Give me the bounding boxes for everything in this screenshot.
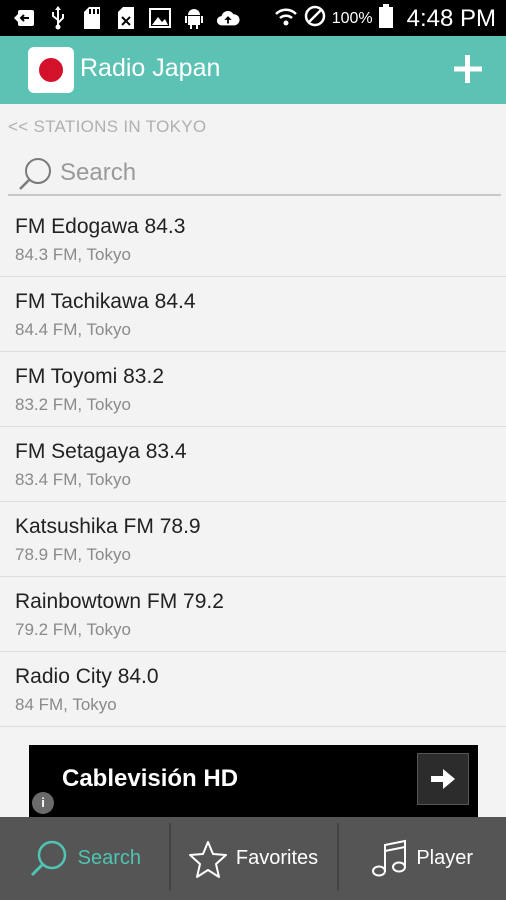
ad-info-icon[interactable]: i — [32, 792, 54, 814]
list-item[interactable]: FM Edogawa 84.3 84.3 FM, Tokyo — [0, 202, 506, 277]
list-item[interactable]: Rainbowtown FM 79.2 79.2 FM, Tokyo — [0, 577, 506, 652]
battery-icon — [378, 4, 393, 34]
sd-card-icon — [80, 6, 104, 30]
list-item[interactable]: Radio City 84.0 84 FM, Tokyo — [0, 652, 506, 727]
sd-card-x-icon — [114, 6, 138, 30]
station-name: Rainbowtown FM 79.2 — [15, 590, 224, 613]
image-icon — [148, 6, 172, 30]
back-arrow-icon — [12, 6, 36, 30]
bottom-tab-bar: Search Favorites Player — [0, 817, 506, 900]
clock: 4:48 PM — [406, 5, 496, 32]
tab-label: Search — [77, 847, 142, 869]
tab-search[interactable]: Search — [0, 817, 169, 900]
ad-open-button[interactable] — [417, 753, 469, 805]
search-bar — [8, 150, 501, 196]
station-details: 84.3 FM, Tokyo — [15, 245, 131, 264]
add-button[interactable] — [447, 48, 489, 90]
tab-player[interactable]: Player — [337, 817, 506, 900]
station-name: FM Setagaya 83.4 — [15, 440, 187, 463]
list-item[interactable]: FM Tachikawa 84.4 84.4 FM, Tokyo — [0, 277, 506, 352]
battery-percent: 100% — [331, 10, 373, 27]
station-details: 78.9 FM, Tokyo — [15, 545, 131, 564]
station-name: FM Edogawa 84.3 — [15, 215, 186, 238]
station-name: FM Toyomi 83.2 — [15, 365, 164, 388]
do-not-disturb-icon — [304, 5, 326, 33]
music-note-icon — [372, 839, 407, 876]
search-icon — [30, 840, 66, 876]
arrow-right-icon — [431, 769, 455, 789]
tab-favorites[interactable]: Favorites — [168, 817, 338, 900]
tab-label: Favorites — [235, 847, 319, 869]
station-name: Radio City 84.0 — [15, 665, 159, 688]
station-name: Katsushika FM 78.9 — [15, 515, 201, 538]
search-input[interactable] — [60, 156, 480, 190]
station-details: 84 FM, Tokyo — [15, 695, 117, 714]
wifi-icon — [274, 6, 298, 32]
android-icon — [182, 6, 206, 30]
list-item[interactable]: FM Toyomi 83.2 83.2 FM, Tokyo — [0, 352, 506, 427]
star-icon — [188, 840, 227, 878]
station-details: 84.4 FM, Tokyo — [15, 320, 131, 339]
search-icon — [16, 156, 56, 192]
app-title: Radio Japan — [80, 54, 221, 82]
usb-icon — [46, 6, 70, 30]
plus-icon — [454, 55, 482, 83]
breadcrumb-back-link[interactable]: << STATIONS IN TOKYO — [8, 117, 206, 137]
station-details: 83.2 FM, Tokyo — [15, 395, 131, 414]
status-bar: 100% 4:48 PM — [0, 0, 506, 36]
list-item[interactable]: FM Setagaya 83.4 83.4 FM, Tokyo — [0, 427, 506, 502]
cloud-upload-icon — [216, 6, 240, 30]
app-bar: Radio Japan — [0, 36, 506, 104]
station-details: 83.4 FM, Tokyo — [15, 470, 131, 489]
ad-title: Cablevisión HD — [62, 765, 239, 792]
station-details: 79.2 FM, Tokyo — [15, 620, 131, 639]
station-list: FM Edogawa 84.3 84.3 FM, Tokyo FM Tachik… — [0, 202, 506, 727]
station-name: FM Tachikawa 84.4 — [15, 290, 196, 313]
tab-label: Player — [416, 847, 474, 869]
ad-banner[interactable]: Cablevisión HD — [29, 745, 478, 817]
list-item[interactable]: Katsushika FM 78.9 78.9 FM, Tokyo — [0, 502, 506, 577]
japan-flag-icon — [28, 47, 74, 93]
